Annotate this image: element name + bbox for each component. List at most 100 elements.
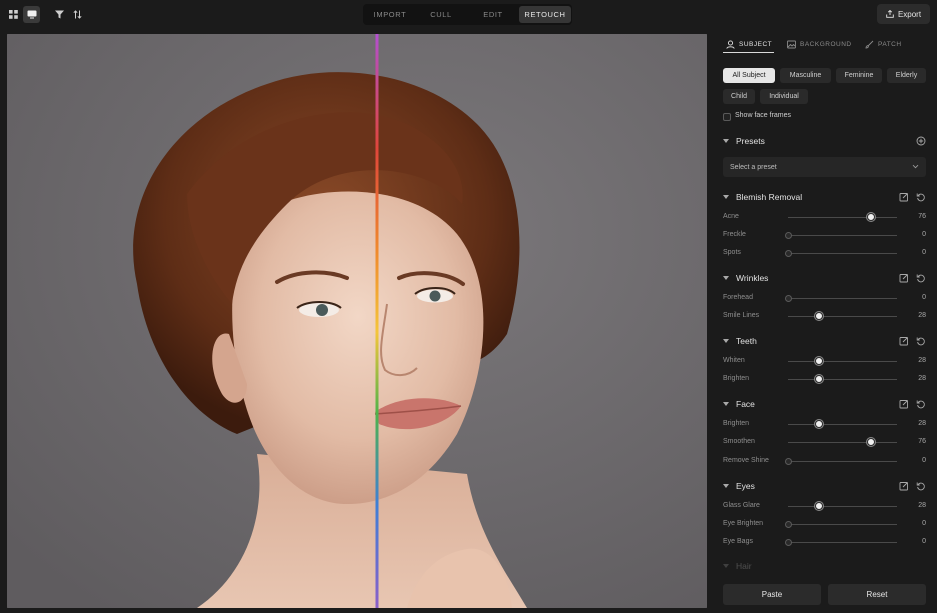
slider-handle[interactable] xyxy=(814,312,823,320)
show-face-frames-label: Show face frames xyxy=(735,112,792,119)
slider-handle[interactable] xyxy=(814,375,823,383)
slider-label: Remove Shine xyxy=(723,457,769,464)
slider-value: 0 xyxy=(922,538,926,545)
show-face-frames-checkbox[interactable] xyxy=(723,113,731,121)
slider-track[interactable] xyxy=(788,316,897,317)
reset-icon[interactable] xyxy=(916,273,926,283)
mode-import[interactable]: IMPORT xyxy=(365,6,415,23)
tab-patch[interactable]: PATCH xyxy=(865,40,902,49)
chip-individual[interactable]: Individual xyxy=(760,89,808,104)
mode-retouch[interactable]: RETOUCH xyxy=(519,6,571,23)
slider-track[interactable] xyxy=(788,235,897,236)
portrait-photo xyxy=(7,34,707,608)
slider-handle[interactable] xyxy=(785,250,792,257)
slider-row: Brighten 28 xyxy=(723,374,929,386)
active-tab-indicator xyxy=(723,52,774,53)
image-icon xyxy=(787,40,796,49)
slider-track[interactable] xyxy=(788,524,897,525)
slider-track[interactable] xyxy=(788,506,897,507)
edit-icon[interactable] xyxy=(899,192,909,202)
slider-label: Smile Lines xyxy=(723,312,760,319)
slider-handle[interactable] xyxy=(866,438,875,446)
slider-value: 76 xyxy=(918,213,926,220)
slider-label: Brighten xyxy=(723,375,750,382)
chip-child[interactable]: Child xyxy=(723,89,755,104)
slider-value: 0 xyxy=(922,249,926,256)
reset-button[interactable]: Reset xyxy=(828,584,926,605)
slider-handle[interactable] xyxy=(814,357,823,365)
presets-header[interactable]: Presets xyxy=(723,136,929,148)
add-preset-icon[interactable] xyxy=(916,136,926,146)
caret-down-icon xyxy=(723,195,729,199)
caret-down-icon xyxy=(723,276,729,280)
slider-handle[interactable] xyxy=(785,539,792,546)
slider-label: Acne xyxy=(723,213,739,220)
eyes-header[interactable]: Eyes xyxy=(723,481,929,493)
face-header[interactable]: Face xyxy=(723,399,929,411)
chevron-down-icon xyxy=(912,164,919,169)
slider-row: Eye Bags 0 xyxy=(723,537,929,549)
filter-icon[interactable] xyxy=(51,6,68,23)
wrinkles-header[interactable]: Wrinkles xyxy=(723,273,929,285)
slider-handle[interactable] xyxy=(785,295,792,302)
chip-masculine[interactable]: Masculine xyxy=(780,68,831,83)
slider-value: 28 xyxy=(918,312,926,319)
slider-handle[interactable] xyxy=(785,458,792,465)
preset-select[interactable]: Select a preset xyxy=(723,157,926,177)
slider-track[interactable] xyxy=(788,217,897,218)
slider-handle[interactable] xyxy=(866,213,875,221)
chip-feminine[interactable]: Feminine xyxy=(836,68,882,83)
grid-view-icon[interactable] xyxy=(5,6,22,23)
slider-row: Forehead 0 xyxy=(723,293,929,305)
slider-track[interactable] xyxy=(788,442,897,443)
slider-row: Smoothen 76 xyxy=(723,437,929,449)
slider-value: 0 xyxy=(922,231,926,238)
edit-icon[interactable] xyxy=(899,336,909,346)
slider-handle[interactable] xyxy=(785,521,792,528)
photo-canvas[interactable] xyxy=(7,34,707,608)
slider-track[interactable] xyxy=(788,379,897,380)
bottom-actions: Paste Reset xyxy=(715,577,937,613)
slider-track[interactable] xyxy=(788,542,897,543)
edit-icon[interactable] xyxy=(899,481,909,491)
blemish-removal-header[interactable]: Blemish Removal xyxy=(723,192,929,204)
slider-label: Eye Brighten xyxy=(723,520,764,527)
reset-icon[interactable] xyxy=(916,192,926,202)
edit-icon[interactable] xyxy=(899,273,909,283)
chip-all-subject[interactable]: All Subject xyxy=(723,68,775,83)
face-title: Face xyxy=(736,399,755,409)
tab-subject[interactable]: SUBJECT xyxy=(726,40,772,49)
brush-icon xyxy=(865,40,874,49)
edit-icon[interactable] xyxy=(899,399,909,409)
tab-background[interactable]: BACKGROUND xyxy=(787,40,852,49)
slider-track[interactable] xyxy=(788,253,897,254)
export-icon xyxy=(886,10,894,18)
presets-title: Presets xyxy=(736,136,765,146)
slider-track[interactable] xyxy=(788,361,897,362)
slider-row: Eye Brighten 0 xyxy=(723,519,929,531)
slider-track[interactable] xyxy=(788,298,897,299)
comparison-split-line xyxy=(375,34,379,608)
reset-icon[interactable] xyxy=(916,336,926,346)
tab-patch-label: PATCH xyxy=(878,41,902,48)
reset-icon[interactable] xyxy=(916,399,926,409)
reset-icon[interactable] xyxy=(916,481,926,491)
mode-cull[interactable]: CULL xyxy=(415,6,467,23)
slider-handle[interactable] xyxy=(785,232,792,239)
retouch-panel: SUBJECT BACKGROUND PATCH All Subject Mas… xyxy=(715,29,937,613)
chip-elderly[interactable]: Elderly xyxy=(887,68,926,83)
teeth-header[interactable]: Teeth xyxy=(723,336,929,348)
hair-header[interactable]: Hair xyxy=(723,561,929,573)
single-view-icon[interactable] xyxy=(23,6,40,23)
slider-handle[interactable] xyxy=(814,502,823,510)
export-button[interactable]: Export xyxy=(877,4,930,24)
sort-icon[interactable] xyxy=(69,6,86,23)
slider-track[interactable] xyxy=(788,461,897,462)
paste-button[interactable]: Paste xyxy=(723,584,821,605)
slider-track[interactable] xyxy=(788,424,897,425)
slider-handle[interactable] xyxy=(814,420,823,428)
tab-background-label: BACKGROUND xyxy=(800,41,852,48)
mode-edit[interactable]: EDIT xyxy=(467,6,519,23)
panel-tabs: SUBJECT BACKGROUND PATCH xyxy=(715,29,937,59)
slider-label: Whiten xyxy=(723,357,745,364)
